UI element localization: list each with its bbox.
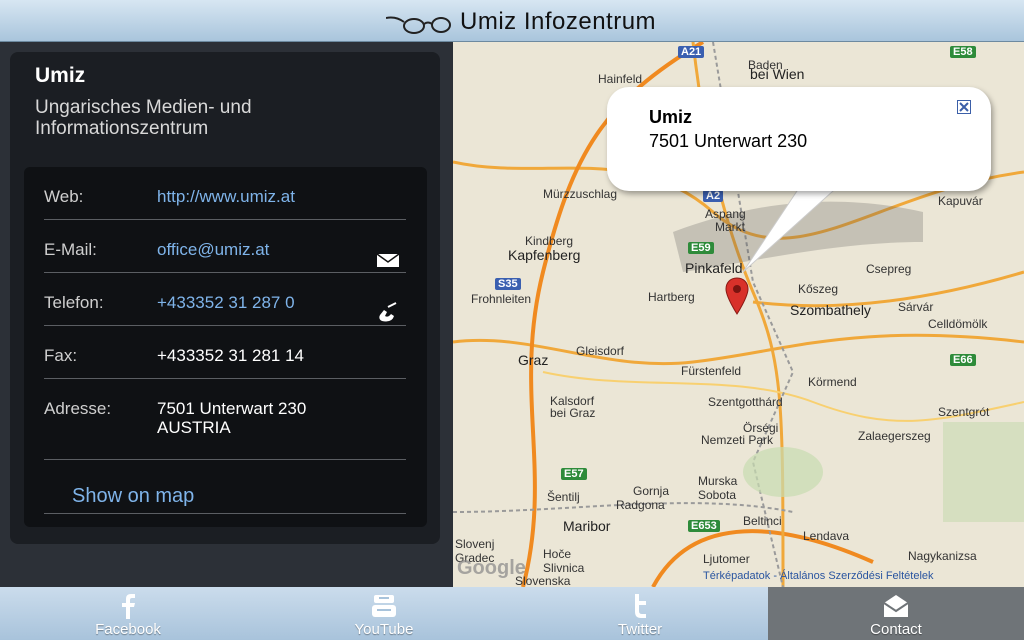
email-label: E-Mail:: [44, 240, 97, 259]
map-label: Kapuvár: [938, 194, 983, 208]
contact-name: Umiz: [35, 64, 86, 87]
fax-label: Fax:: [44, 346, 78, 365]
road-shield: A2: [703, 190, 724, 202]
map-label: Šentilj: [547, 490, 580, 504]
envelope-icon[interactable]: [376, 248, 400, 270]
map-label: Kindberg: [525, 234, 574, 248]
address-value: 7501 Unterwart 230 AUSTRIA: [157, 399, 306, 437]
map-label: Hainfeld: [598, 72, 643, 86]
email-row[interactable]: E-Mail: office@umiz.at: [44, 220, 406, 273]
popup-tail: [742, 182, 844, 273]
youtube-icon: [372, 595, 396, 617]
google-logo: Google: [457, 557, 526, 579]
twitter-icon: [635, 594, 646, 618]
fax-row: Fax: +433352 31 281 14: [44, 326, 406, 379]
web-label: Web:: [44, 187, 84, 206]
map-label: Beltinci: [743, 514, 782, 528]
map-label: Celldömölk: [928, 317, 988, 331]
bottom-tab-bar: Facebook YouTube Twitter Contact: [0, 587, 1024, 640]
app-title: Umiz Infozentrum: [460, 8, 657, 35]
map-label: Fürstenfeld: [681, 364, 742, 378]
tab-twitter-label: Twitter: [617, 621, 663, 638]
popup-address: 7501 Unterwart 230: [649, 131, 808, 151]
map-label: Körmend: [808, 375, 857, 389]
map-label: Nemzeti Park: [701, 433, 774, 447]
map-label: Gornja: [633, 484, 670, 498]
map-label: bei Wien: [750, 66, 805, 82]
contact-panel: Umiz Ungarisches Medien- und Information…: [0, 42, 452, 587]
phone-link[interactable]: +433352 31 287 0: [157, 293, 295, 312]
fax-value: +433352 31 281 14: [157, 346, 305, 365]
address-line-1: 7501 Unterwart 230: [157, 399, 307, 418]
close-icon[interactable]: [957, 100, 971, 114]
map-label: Slivnica: [543, 561, 585, 575]
road-shield: A21: [678, 46, 705, 58]
address-row: Adresse: 7501 Unterwart 230 AUSTRIA: [44, 379, 406, 460]
phone-icon[interactable]: [376, 301, 400, 323]
facebook-icon: [122, 594, 135, 619]
map-label: Kapfenberg: [508, 247, 581, 263]
tab-contact-label: Contact: [870, 621, 922, 638]
email-link[interactable]: office@umiz.at: [157, 240, 269, 259]
address-label: Adresse:: [44, 399, 112, 418]
web-link[interactable]: http://www.umiz.at: [157, 187, 295, 206]
map-label: Graz: [518, 352, 549, 368]
map-label: Kőszeg: [798, 282, 839, 296]
map-label: Zalaegerszeg: [858, 429, 931, 443]
road-shield: E58: [950, 46, 976, 58]
map-label: Szentgrót: [938, 405, 990, 419]
map-label: Hartberg: [648, 290, 695, 304]
road-shield: E653: [688, 520, 720, 532]
tab-youtube-label: YouTube: [354, 621, 414, 638]
map-label: Szentgotthárd: [708, 395, 783, 409]
phone-label: Telefon:: [44, 293, 104, 312]
tab-twitter[interactable]: Twitter: [512, 587, 768, 640]
contact-info-list: Web: http://www.umiz.at E-Mail: office@u…: [24, 167, 427, 527]
popup-name: Umiz: [649, 107, 693, 127]
map-label: Maribor: [563, 518, 611, 534]
phone-row[interactable]: Telefon: +433352 31 287 0: [44, 273, 406, 326]
map-label: Csepreg: [866, 262, 912, 276]
road-shield: E66: [950, 354, 976, 366]
map-label: Mürzzuschlag: [543, 187, 618, 201]
web-row[interactable]: Web: http://www.umiz.at: [44, 167, 406, 220]
map-info-popup[interactable]: Umiz 7501 Unterwart 230: [607, 87, 991, 191]
map-label: Nagykanizsa: [908, 549, 977, 563]
road-shield: S35: [495, 278, 521, 290]
envelope-icon: [883, 595, 909, 617]
map-label: Murska: [698, 474, 738, 488]
map-label: Slovenj: [455, 537, 495, 551]
show-on-map-divider: [44, 460, 406, 514]
map-label: Gleisdorf: [576, 344, 625, 358]
tab-facebook[interactable]: Facebook: [0, 587, 256, 640]
map-label: Sárvár: [898, 300, 934, 314]
tab-facebook-label: Facebook: [95, 621, 161, 638]
contact-card: Umiz Ungarisches Medien- und Information…: [10, 52, 440, 544]
road-shield: E57: [561, 468, 587, 480]
map-label: Sobota: [698, 488, 737, 502]
tab-youtube[interactable]: YouTube: [256, 587, 512, 640]
map-marker-icon[interactable]: [725, 277, 749, 315]
map-label: Radgona: [616, 498, 665, 512]
map-label: Frohnleiten: [471, 292, 532, 306]
road-shield: E59: [688, 242, 714, 254]
map-terms-link[interactable]: Térképadatok - Általános Szerződési Felt…: [703, 570, 934, 582]
map-label: Ljutomer: [703, 552, 750, 566]
title-bar: Umiz Infozentrum: [0, 0, 1024, 42]
map-label: bei Graz: [550, 406, 596, 420]
address-line-2: AUSTRIA: [157, 418, 231, 437]
tab-contact[interactable]: Contact: [768, 587, 1024, 640]
map-label: Lendava: [803, 529, 850, 543]
contact-subtitle: Ungarisches Medien- und Informationszent…: [35, 97, 252, 139]
map-label: Hoče: [543, 547, 572, 561]
glasses-icon: [386, 16, 451, 34]
map-label: Szombathely: [790, 302, 871, 318]
map-view[interactable]: Hainfeld Baden bei Wien Mürzzuschlag Asp…: [453, 42, 1024, 587]
